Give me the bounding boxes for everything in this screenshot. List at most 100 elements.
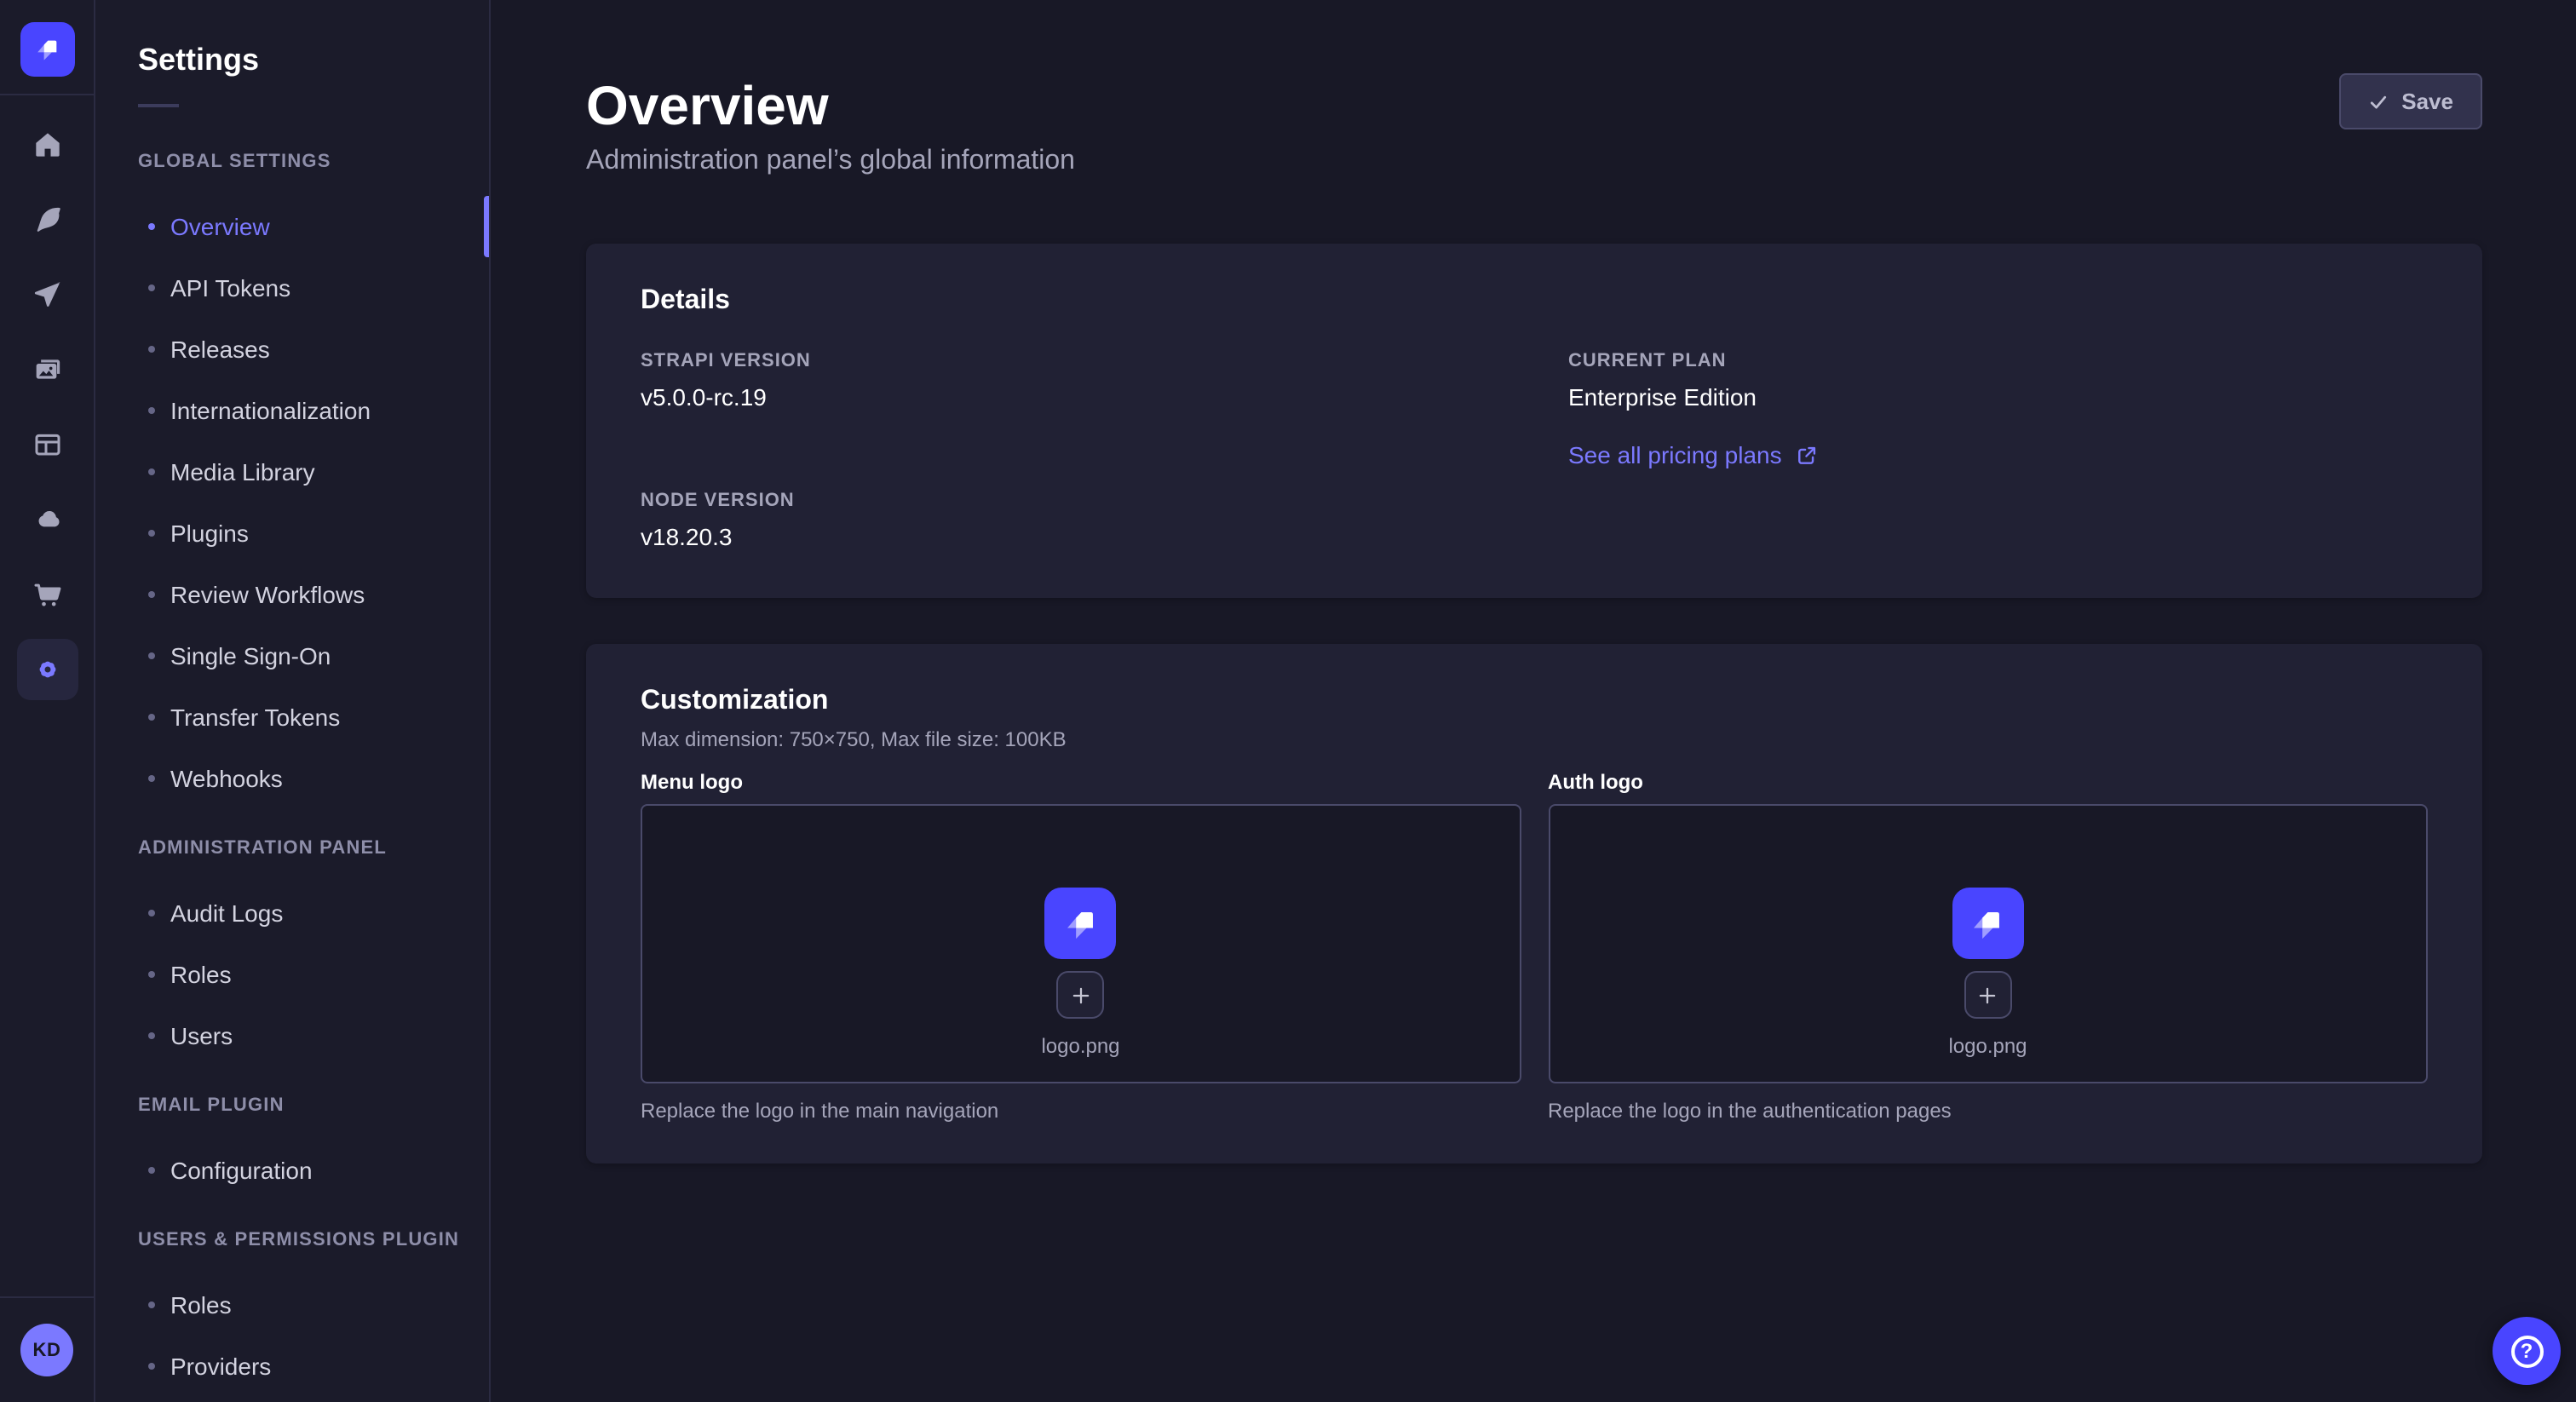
nav-releases-button[interactable] — [16, 264, 78, 325]
user-avatar[interactable]: KD — [20, 1324, 73, 1376]
bullet-icon — [148, 591, 155, 598]
subnav-item-up-providers[interactable]: Providers — [138, 1336, 489, 1397]
details-right-column: CURRENT PLAN Enterprise Edition See all … — [1568, 349, 2428, 552]
details-card: Details STRAPI VERSION v5.0.0-rc.19 NODE… — [586, 244, 2482, 598]
save-button[interactable]: Save — [2338, 73, 2482, 129]
subnav-item-plugins[interactable]: Plugins — [138, 503, 489, 564]
bullet-icon — [148, 1167, 155, 1174]
main-content: Overview Administration panel’s global i… — [492, 0, 2576, 1402]
auth-logo-dropzone[interactable]: logo.png — [1548, 804, 2428, 1083]
subnav-item-admin-roles[interactable]: Roles — [138, 944, 489, 1005]
subnav-item-admin-users[interactable]: Users — [138, 1005, 489, 1066]
subnav-item-releases[interactable]: Releases — [138, 319, 489, 380]
strapi-logo-icon — [1058, 900, 1104, 946]
nav-content-type-builder-button[interactable] — [16, 414, 78, 475]
help-button[interactable]: ? — [2493, 1317, 2561, 1385]
subnav-item-label: API Tokens — [170, 274, 290, 302]
field-value: v5.0.0-rc.19 — [641, 382, 1500, 412]
nav-home-button[interactable] — [16, 114, 78, 175]
pricing-plans-link[interactable]: See all pricing plans — [1568, 440, 1818, 470]
field-label: CURRENT PLAN — [1568, 349, 2428, 373]
subnav-item-single-sign-on[interactable]: Single Sign-On — [138, 625, 489, 687]
subnav-section-administration-panel: ADMINISTRATION PANEL Audit Logs Roles Us… — [138, 836, 489, 1066]
subnav-item-label: Media Library — [170, 458, 315, 486]
bullet-icon — [148, 971, 155, 978]
rail-divider — [0, 94, 94, 95]
nav-content-manager-button[interactable] — [16, 189, 78, 250]
subnav-item-label: Providers — [170, 1353, 271, 1380]
details-card-title: Details — [641, 284, 2428, 319]
bullet-icon — [148, 1032, 155, 1039]
main-nav-rail: KD — [0, 0, 95, 1402]
customization-card-subtitle: Max dimension: 750×750, Max file size: 1… — [641, 726, 2428, 753]
subnav-item-review-workflows[interactable]: Review Workflows — [138, 564, 489, 625]
subnav-item-transfer-tokens[interactable]: Transfer Tokens — [138, 687, 489, 748]
subnav-item-label: Roles — [170, 1291, 232, 1319]
subnav-item-webhooks[interactable]: Webhooks — [138, 748, 489, 809]
save-button-label: Save — [2401, 89, 2453, 114]
node-version-field: NODE VERSION v18.20.3 — [641, 489, 1500, 552]
subnav-item-label: Roles — [170, 961, 232, 988]
menu-logo-dropzone[interactable]: logo.png — [641, 804, 1521, 1083]
bullet-icon — [148, 223, 155, 230]
subnav-item-label: Users — [170, 1022, 233, 1049]
upload-caption: Replace the logo in the authentication p… — [1548, 1097, 2428, 1124]
nav-media-library-button[interactable] — [16, 339, 78, 400]
bullet-icon — [148, 910, 155, 916]
logo-preview — [1952, 888, 2024, 959]
field-label: STRAPI VERSION — [641, 349, 1500, 373]
home-icon — [30, 128, 64, 162]
bullet-icon — [148, 714, 155, 721]
customization-card-title: Customization — [641, 685, 2428, 719]
nav-cloud-button[interactable] — [16, 489, 78, 550]
external-link-icon — [1796, 444, 1818, 466]
section-label: USERS & PERMISSIONS PLUGIN — [138, 1228, 489, 1252]
bullet-icon — [148, 284, 155, 291]
section-label: ADMINISTRATION PANEL — [138, 836, 489, 860]
question-mark-icon: ? — [2510, 1335, 2543, 1367]
subnav-item-up-roles[interactable]: Roles — [138, 1274, 489, 1336]
subnav-item-label: Transfer Tokens — [170, 704, 340, 731]
nav-settings-button[interactable] — [16, 639, 78, 700]
add-logo-button[interactable] — [1964, 971, 2012, 1019]
upload-label: Auth logo — [1548, 770, 2428, 796]
subnav-section-email-plugin: EMAIL PLUGIN Configuration — [138, 1094, 489, 1201]
layout-icon — [30, 428, 64, 462]
nav-marketplace-button[interactable] — [16, 564, 78, 625]
strapi-logo-icon — [30, 32, 64, 66]
subnav-item-overview[interactable]: Overview — [138, 196, 489, 257]
plus-icon — [1977, 984, 1999, 1006]
subnav-item-media-library[interactable]: Media Library — [138, 441, 489, 503]
subnav-item-label: Releases — [170, 336, 270, 363]
subnav-item-internationalization[interactable]: Internationalization — [138, 380, 489, 441]
strapi-admin-settings-page: KD Settings GLOBAL SETTINGS Overview API… — [0, 0, 2576, 1402]
check-icon — [2367, 91, 2388, 112]
subnav-item-label: Overview — [170, 213, 270, 240]
rail-bottom: KD — [0, 1296, 94, 1402]
strapi-logo[interactable] — [20, 22, 74, 77]
subnav-section-users-permissions-plugin: USERS & PERMISSIONS PLUGIN Roles Provide… — [138, 1228, 489, 1397]
page-title: Overview — [586, 72, 829, 140]
subnav-item-email-configuration[interactable]: Configuration — [138, 1140, 489, 1201]
rail-icon-nav — [16, 114, 78, 700]
customization-card: Customization Max dimension: 750×750, Ma… — [586, 644, 2482, 1164]
section-label: GLOBAL SETTINGS — [138, 150, 489, 174]
logo-filename: logo.png — [1041, 1032, 1119, 1060]
settings-subnav: Settings GLOBAL SETTINGS Overview API To… — [95, 0, 491, 1402]
subnav-item-audit-logs[interactable]: Audit Logs — [138, 882, 489, 944]
bullet-icon — [148, 346, 155, 353]
current-plan-field: CURRENT PLAN Enterprise Edition — [1568, 349, 2428, 412]
subnav-title: Settings — [138, 41, 489, 78]
add-logo-button[interactable] — [1057, 971, 1105, 1019]
section-label: EMAIL PLUGIN — [138, 1094, 489, 1118]
bullet-icon — [148, 407, 155, 414]
bullet-icon — [148, 468, 155, 475]
logo-filename: logo.png — [1948, 1032, 2027, 1060]
subnav-item-label: Single Sign-On — [170, 642, 331, 669]
page-subtitle: Administration panel’s global informatio… — [586, 143, 1075, 181]
pricing-plans-link-label: See all pricing plans — [1568, 440, 1782, 470]
subnav-section-global-settings: GLOBAL SETTINGS Overview API Tokens Rele… — [138, 150, 489, 809]
subnav-item-label: Review Workflows — [170, 581, 365, 608]
field-value: v18.20.3 — [641, 521, 1500, 552]
subnav-item-api-tokens[interactable]: API Tokens — [138, 257, 489, 319]
